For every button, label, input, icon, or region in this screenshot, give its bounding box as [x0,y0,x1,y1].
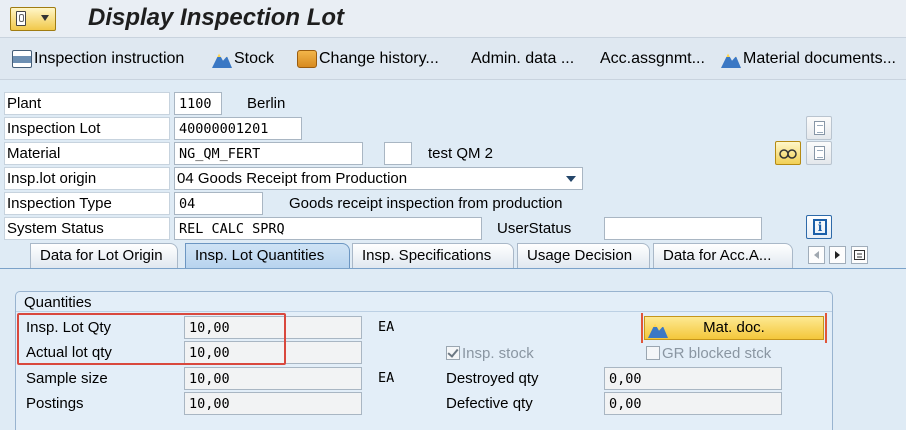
material-detail-button[interactable] [806,141,832,165]
info-icon: i [813,219,827,235]
inspection-type-description: Goods receipt inspection from production [289,195,563,212]
user-status-field[interactable] [604,217,762,240]
insp-lot-origin-value: 04 Goods Receipt from Production [177,170,408,187]
insp-lot-origin-label: Insp.lot origin [4,167,170,190]
tab-list-button[interactable] [851,246,868,264]
mountain-icon [212,53,232,68]
inspection-instruction-button[interactable]: Inspection instruction [12,48,184,70]
status-info-button[interactable]: i [806,215,832,239]
tab-data-for-lot-origin[interactable]: Data for Lot Origin [30,243,178,269]
tab-insp-specifications[interactable]: Insp. Specifications [352,243,514,269]
chevron-left-icon [814,251,819,259]
defective-qty-field[interactable]: 0,00 [604,392,782,415]
tab-strip: Data for Lot Origin Insp. Lot Quantities… [0,243,906,269]
mountain-icon [721,53,741,68]
tab-scroll-left-button[interactable] [808,246,825,264]
title-bar: Display Inspection Lot [0,0,906,38]
inspection-lot-label: Inspection Lot [4,117,170,140]
material-label: Material [4,142,170,165]
material-display-button[interactable] [775,141,801,165]
chevron-right-icon [835,251,840,259]
application-toolbar: Inspection instruction Stock Change hist… [0,38,906,80]
group-divider [16,311,832,312]
inspection-lot-field[interactable]: 40000001201 [174,117,302,140]
mat-doc-label: Mat. doc. [703,319,765,336]
postings-label: Postings [26,395,84,412]
mat-doc-button[interactable]: Mat. doc. [644,316,824,340]
material-documents-label: Material documents... [743,50,896,67]
sample-size-field[interactable]: 10,00 [184,367,362,390]
admin-data-label: Admin. data ... [471,50,575,67]
tab-insp-lot-quantities[interactable]: Insp. Lot Quantities [185,243,350,269]
lot-detail-button[interactable] [806,116,832,140]
tab-scroll-right-button[interactable] [829,246,846,264]
dropdown-arrow-icon[interactable] [566,176,576,182]
plant-field[interactable]: 1100 [174,92,222,115]
menu-icon[interactable] [10,7,56,31]
change-history-label: Change history... [319,50,439,67]
material-field[interactable]: NG_QM_FERT [174,142,363,165]
highlight-box [17,313,286,365]
material-extra-field[interactable] [384,142,412,165]
sample-size-label: Sample size [26,370,108,387]
stock-button[interactable]: Stock [212,48,274,70]
defective-qty-label: Defective qty [446,395,533,412]
admin-data-button[interactable]: Admin. data ... [471,48,574,70]
acc-assignment-label: Acc.assgnmt... [600,50,705,67]
material-documents-button[interactable]: Material documents... [721,48,896,70]
document-icon [16,11,26,26]
insp-lot-qty-unit: EA [378,319,395,335]
page-title: Display Inspection Lot [88,4,345,31]
insp-stock-checkbox[interactable] [446,346,460,360]
system-status-label: System Status [4,217,170,240]
user-status-label: UserStatus [497,220,572,237]
destroyed-qty-field[interactable]: 0,00 [604,367,782,390]
document-icon [814,146,825,160]
system-status-field[interactable]: REL CALC SPRQ [174,217,482,240]
glasses-icon [779,149,797,159]
change-history-button[interactable]: Change history... [297,48,439,70]
inspection-instruction-label: Inspection instruction [34,50,185,67]
scroll-icon [297,50,317,68]
destroyed-qty-label: Destroyed qty [446,370,539,387]
tab-list-icon [854,250,865,260]
acc-assignment-button[interactable]: Acc.assgnmt... [600,48,705,70]
stock-label: Stock [234,50,275,67]
plant-label: Plant [4,92,170,115]
mountain-icon [648,323,668,338]
material-description: test QM 2 [428,145,494,162]
inspection-type-label: Inspection Type [4,192,170,215]
printer-icon [12,50,32,68]
insp-lot-origin-dropdown[interactable]: 04 Goods Receipt from Production [174,167,583,190]
gr-blocked-stock-label: GR blocked stck [662,345,772,362]
tab-usage-decision[interactable]: Usage Decision [517,243,650,269]
plant-description: Berlin [247,95,286,112]
gr-blocked-stock-checkbox[interactable] [646,346,660,360]
tab-data-for-acc-assignment[interactable]: Data for Acc.A... [653,243,793,269]
document-icon [814,121,825,135]
inspection-type-field[interactable]: 04 [174,192,263,215]
quantities-group-title: Quantities [24,294,92,311]
sample-size-unit: EA [378,370,395,386]
postings-field[interactable]: 10,00 [184,392,362,415]
insp-stock-label: Insp. stock [462,345,534,362]
chevron-down-icon [41,15,49,21]
